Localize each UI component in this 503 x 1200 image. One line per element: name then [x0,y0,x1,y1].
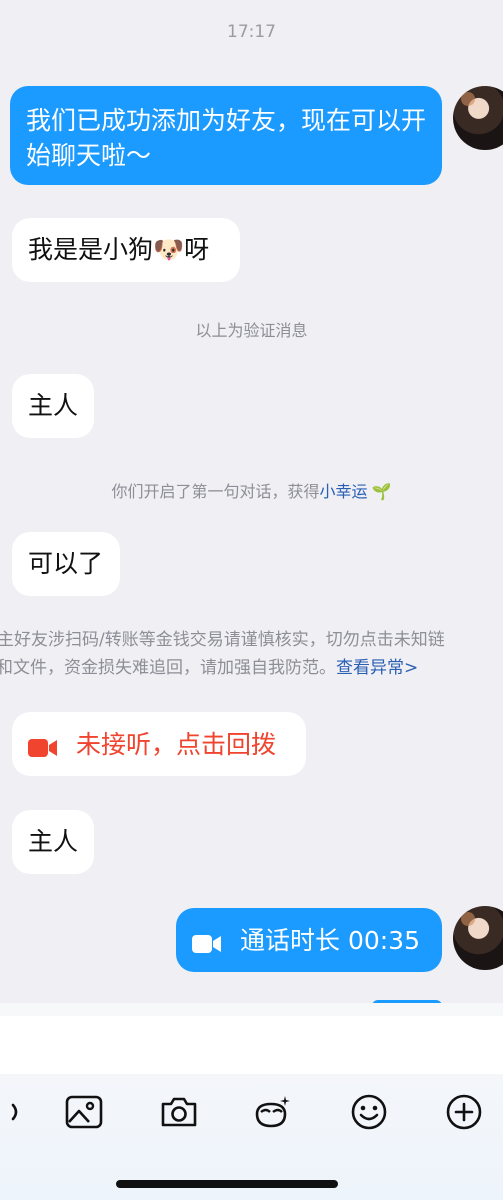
sprout-icon: 🌱 [371,482,392,501]
message-input[interactable] [0,1016,503,1074]
missed-call-text: 未接听，点击回拨 [76,729,277,759]
first-talk-note: 你们开启了第一句对话，获得小幸运 🌱 [0,478,503,502]
message-bubble-received[interactable]: 可以了 [12,532,120,596]
sticker-icon[interactable] [246,1086,298,1138]
message-bubble-received[interactable]: 主人 [12,374,94,438]
call-duration-bubble[interactable]: 通话时长 00:35 [176,908,442,972]
message-bubble-sent[interactable]: 我们已成功添加为好友，现在可以开始聊天啦～ [10,86,442,185]
message-bubble-received[interactable]: 我是是小狗🐶呀 [12,218,240,282]
security-warning: 主好友涉扫码/转账等金钱交易请谨慎核实，切勿点击未知链 和文件，资金损失难追回，… [0,626,503,682]
avatar-self[interactable] [453,86,503,150]
video-call-icon [28,733,58,757]
message-text: 主人 [28,827,79,856]
lucky-link[interactable]: 小幸运 [320,482,368,501]
camera-icon[interactable] [153,1086,205,1138]
image-icon[interactable] [58,1086,110,1138]
input-toolbar [0,1086,503,1138]
warning-line-1: 主好友涉扫码/转账等金钱交易请谨慎核实，切勿点击未知链 [0,630,445,650]
message-text: 我是是小狗 [28,235,154,264]
puppy-emoji-icon: 🐶 [153,235,185,264]
home-indicator[interactable] [116,1180,338,1188]
emoji-icon[interactable] [343,1086,395,1138]
message-text: 我们已成功添加为好友，现在可以开始聊天啦～ [26,106,427,170]
plus-icon[interactable] [438,1086,490,1138]
status-time: 17:17 [227,22,276,42]
message-text-tail: 呀 [184,235,210,264]
message-bubble-received[interactable]: 主人 [12,810,94,874]
call-duration-text: 通话时长 00:35 [240,925,420,955]
view-exception-link[interactable]: 查看异常> [336,658,418,678]
warning-line-2: 和文件，资金损失难追回，请加强自我防范。 [0,658,336,678]
message-text: 主人 [28,391,79,420]
avatar-self[interactable] [453,906,503,970]
first-talk-text: 你们开启了第一句对话，获得 [111,482,320,501]
video-call-icon [192,929,222,953]
verify-note: 以上为验证消息 [195,321,308,340]
message-text: 可以了 [28,549,104,578]
missed-call-bubble[interactable]: 未接听，点击回拨 [12,712,306,776]
voice-icon[interactable] [0,1086,32,1138]
